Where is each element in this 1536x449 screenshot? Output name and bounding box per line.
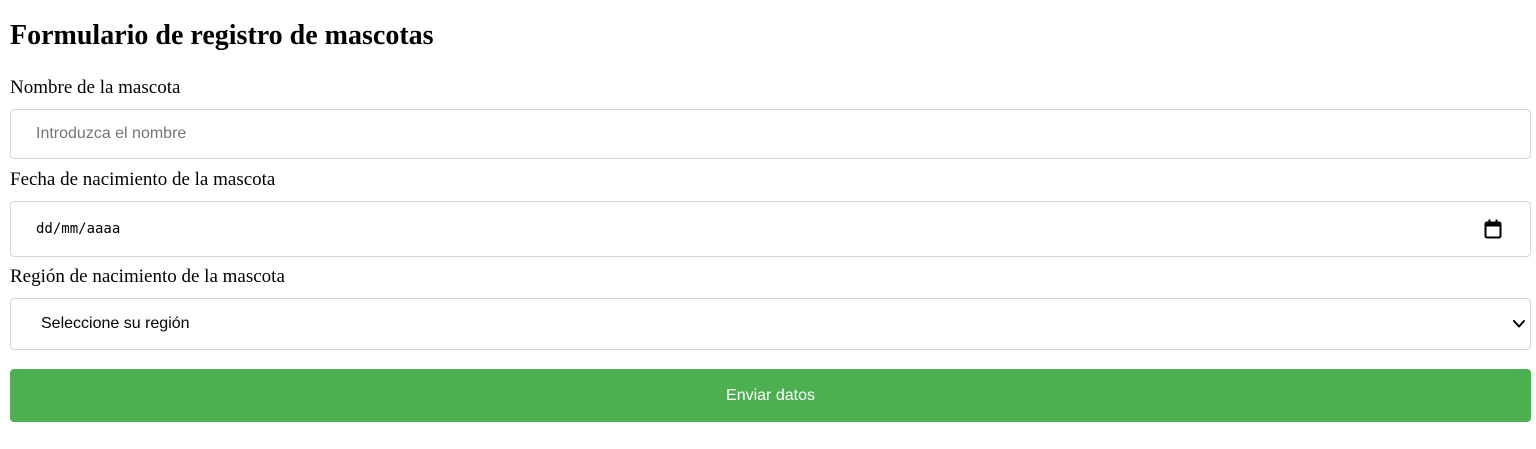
region-selected-value[interactable]: Seleccione su región: [41, 299, 190, 349]
form-title: Formulario de registro de mascotas: [10, 20, 434, 51]
date-format-text[interactable]: dd/mm/aaaa: [36, 202, 120, 256]
pet-name-field[interactable]: [10, 109, 1531, 159]
pet-name-input[interactable]: [11, 110, 1530, 158]
pet-registration-page: Formulario de registro de mascotas Nombr…: [0, 0, 1536, 449]
pet-name-label: Nombre de la mascota: [10, 77, 181, 98]
pet-region-select[interactable]: Seleccione su región: [10, 298, 1531, 350]
calendar-icon[interactable]: [1484, 219, 1502, 239]
pet-birthdate-label: Fecha de nacimiento de la mascota: [10, 169, 276, 190]
pet-region-label: Región de nacimiento de la mascota: [10, 266, 285, 287]
submit-button[interactable]: Enviar datos: [10, 369, 1531, 422]
chevron-down-icon[interactable]: [1512, 319, 1526, 329]
pet-birthdate-input[interactable]: dd/mm/aaaa: [10, 201, 1531, 257]
